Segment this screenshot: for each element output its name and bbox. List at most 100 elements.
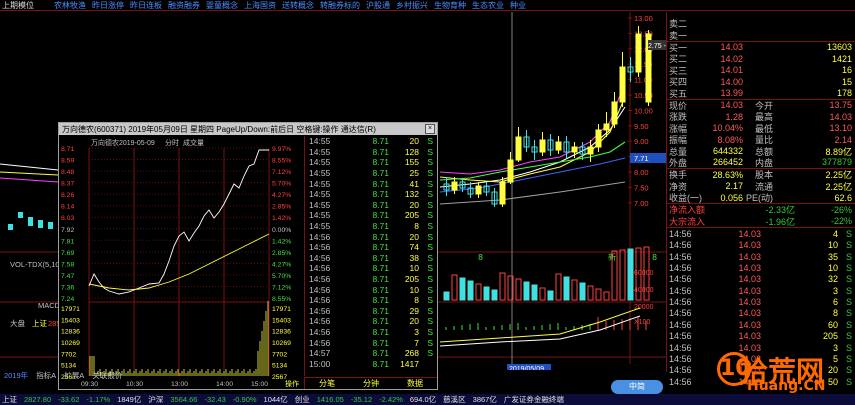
stat-value: 8.89亿 [825,146,852,157]
tick-side: S [427,210,433,221]
tick-price: 8.71 [372,210,389,221]
status-extra: 慈溪区 [443,395,466,404]
concept-tag[interactable]: 农林牧渔 [54,0,86,11]
pct-label: 2.85% [272,204,291,211]
tick-side: S [427,337,433,348]
tick-volume: 25 [409,168,419,179]
tick-price: 8.71 [372,263,389,274]
tick-time: 14:55 [309,189,331,200]
trade-side: S [845,308,852,319]
pct-label: 7.12% [272,169,291,176]
candle-body [611,101,618,125]
tick-volume: 20 [409,231,419,242]
index-name[interactable]: 创业 [295,394,310,405]
tick-time: 14:55 [309,168,331,179]
concept-tag[interactable]: 乡村振兴 [396,0,428,11]
concept-tag[interactable]: 沪股通 [366,0,390,11]
chart-header-tab: 分时 [165,138,179,147]
trade-time: 14:56 [669,251,692,262]
candle-body [539,139,546,153]
pct-label: 1.42% [272,215,291,222]
indicator-tab[interactable]: 指标A [36,370,56,380]
index-label: 大盘 [10,318,25,328]
trade-price: 14.03 [738,251,761,262]
ime-indicator[interactable]: 中简 [611,380,663,394]
tick-volume: 132 [404,189,419,200]
close-icon[interactable]: × [425,124,435,134]
sell-row-label: 卖一 [669,30,688,41]
indicator-tab[interactable]: 2019年 [4,370,28,380]
index-name[interactable]: 沪深 [148,394,163,405]
tick-row: 14:56 8.71 3 S [305,327,437,338]
candle-body [515,136,522,161]
pct-label: 9.97% [272,146,291,153]
stat-value: 1.28 [725,111,743,122]
operate-tab[interactable]: 操作 [285,379,299,388]
concept-tag[interactable]: 昨日连板 [130,0,162,11]
popup-title-bar[interactable]: 万向德农(600371) 2019年05月09日 星期四 PageUp/Down… [59,123,437,135]
chart-header-name: 万向德农 [91,138,119,147]
tick-row: 14:57 8.71 268 S [305,348,437,359]
price-label: 8.48 [61,169,74,176]
trade-side: S [845,274,852,285]
time-label: 10:30 [126,381,143,388]
index-value: 3564.66 [170,395,198,404]
concept-tag[interactable]: 送转概念 [282,0,314,11]
row-marker: 8 [652,253,657,262]
pct-label: 1.42% [272,238,291,245]
trade-row: 14:56 14.03 10 S [667,262,855,273]
quote-panel: 卖二 卖一 买一 14.03 13603 买二 14.02 1421 买三 14.01 16 买四 14… [666,12,855,387]
tick-price: 8.71 [372,178,389,189]
buy-row-price: 13.99 [720,88,743,99]
price-label: 7.47 [61,273,74,280]
intraday-chart[interactable]: 万向德农 2019-05-09 分时 成交量 8.71 9.97% 8.59 8.55% 8.4… [59,136,304,389]
intraday-popup-window[interactable]: 万向德农(600371) 2019年05月09日 星期四 PageUp/Down… [58,122,438,390]
concept-tag[interactable]: 生态农业 [472,0,504,11]
indicator-tab[interactable]: 关联报价 [92,370,122,380]
trade-time: 14:56 [669,354,692,365]
stat-label: 收益(一) [669,193,702,204]
tick-price: 8.71 [372,252,389,263]
concept-tag[interactable]: 转融券标的 [320,0,360,11]
tick-list[interactable]: 14:55 8.71 20 S 14:55 8.71 128 S 14:55 8.71 155 S 14… [304,136,437,376]
volume-bar [459,277,466,301]
stat-value: 14.03 [829,111,852,122]
concept-tag[interactable]: 种业 [510,0,526,11]
price-axis-label: 9.00 [634,137,649,146]
index-name[interactable]: 上证 [2,394,17,405]
pct-label: 8.55% [272,158,291,165]
trade-time: 14:56 [669,319,692,330]
tick-time: 14:56 [309,337,331,348]
tick-row: 14:55 8.71 25 S [305,168,437,179]
vol-axis-label: X100 [634,319,650,326]
candle-body [18,212,23,218]
tick-row: 14:55 8.71 132 S [305,189,437,200]
concept-tag[interactable]: 生物育种 [434,0,466,11]
tick-row: 14:56 8.71 29 S [305,306,437,317]
tick-volume: 20 [409,136,419,147]
candle-body [635,33,642,73]
volume-bar [443,291,450,301]
concept-tag[interactable]: 昨日涨停 [92,0,124,11]
tick-price: 8.71 [372,305,389,316]
index-label: 上证 [32,319,47,328]
stat-value: 13.75 [829,100,852,111]
stock-code-label: 上期模位 [2,0,34,10]
trade-row: 14:56 14.03 205 S [667,331,855,342]
stat-value: 644332 [712,145,743,156]
concept-tag[interactable]: 婴童概念 [206,0,238,11]
pct-label: 8.55% [272,296,291,303]
trade-price: 14.03 [738,297,761,308]
vol-label: 7702 [61,351,76,358]
concept-tag[interactable]: 融资融券 [168,0,200,11]
index-pct: -1.17% [86,395,111,404]
price-label: 7.69 [61,250,74,257]
indicator-tab[interactable]: 扩展A [64,370,84,380]
concept-tag[interactable]: 上海国资 [244,0,276,11]
trade-side: S [845,240,852,251]
tick-price: 8.71 [372,316,389,327]
flow-pct: -26% [830,204,852,215]
tick-volume: 8 [414,221,419,232]
tick-side: S [427,189,433,200]
tick-volume: 205 [404,274,419,285]
